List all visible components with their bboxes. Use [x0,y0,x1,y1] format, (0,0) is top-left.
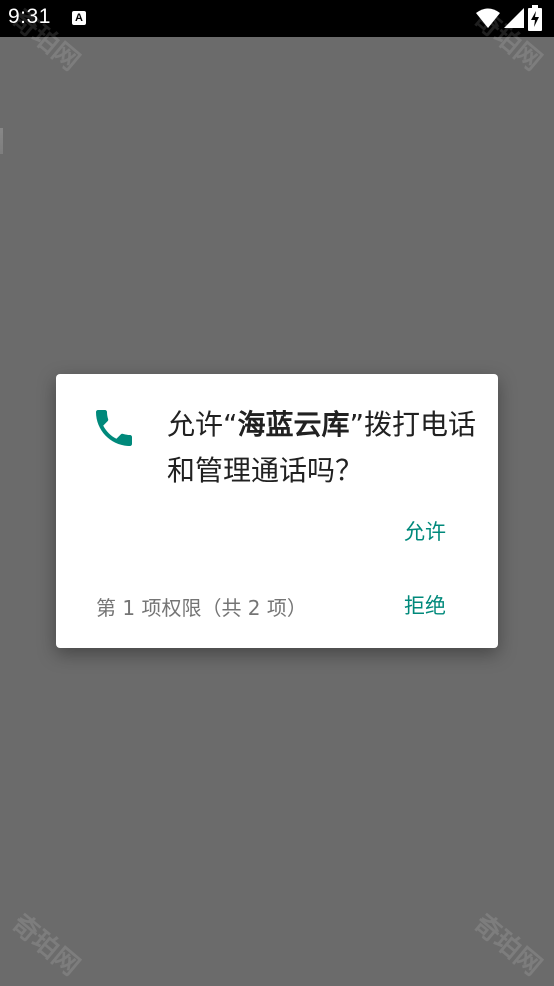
permission-dialog: 允许“海蓝云库”拨打电话和管理通话吗？ 允许 第 1 项权限（共 2 项） 拒绝 [56,374,498,648]
permission-counter: 第 1 项权限（共 2 项） [96,596,307,620]
battery-icon [528,5,542,31]
a-icon: A [72,11,86,25]
dialog-title: 允许“海蓝云库”拨打电话和管理通话吗？ [167,402,477,494]
allow-button[interactable]: 允许 [404,516,446,546]
title-prefix: 允许“ [167,408,238,441]
phone-icon [96,410,132,446]
edge-mark [0,128,3,154]
app-name: 海蓝云库 [237,408,350,441]
deny-button[interactable]: 拒绝 [404,590,446,620]
